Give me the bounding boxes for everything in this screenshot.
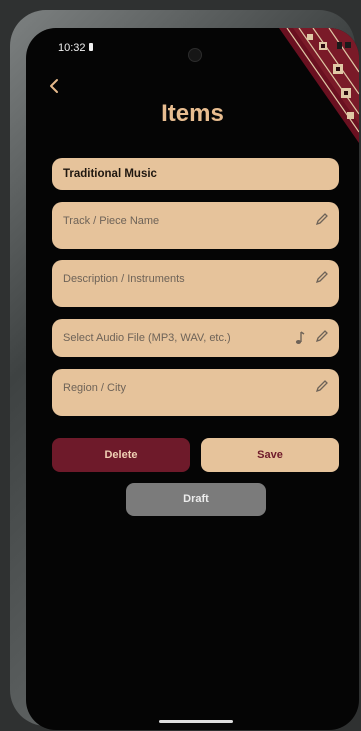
front-camera	[188, 48, 202, 62]
home-indicator[interactable]	[159, 720, 233, 723]
pencil-icon[interactable]	[315, 212, 329, 226]
phone-frame: 10:32 Items Traditional Music Track / Pi…	[10, 10, 359, 730]
audio-file-field[interactable]: Select Audio File (MP3, WAV, etc.)	[52, 319, 339, 357]
category-field[interactable]: Traditional Music	[52, 158, 339, 190]
save-button[interactable]: Save	[201, 438, 339, 472]
delete-button[interactable]: Delete	[52, 438, 190, 472]
battery-small-icon	[89, 43, 93, 51]
chevron-left-icon	[50, 79, 58, 93]
description-field[interactable]: Description / Instruments	[52, 260, 339, 307]
audio-file-label: Select Audio File (MP3, WAV, etc.)	[63, 332, 231, 344]
status-time: 10:32	[58, 42, 86, 54]
pencil-icon[interactable]	[315, 270, 329, 284]
track-name-label: Track / Piece Name	[63, 215, 160, 227]
track-name-field[interactable]: Track / Piece Name	[52, 202, 339, 249]
region-city-field[interactable]: Region / City	[52, 369, 339, 416]
pencil-icon[interactable]	[315, 329, 329, 343]
description-label: Description / Instruments	[63, 273, 185, 285]
back-button[interactable]	[46, 74, 66, 98]
category-label: Traditional Music	[63, 168, 157, 180]
pencil-icon[interactable]	[315, 379, 329, 393]
music-note-icon[interactable]	[293, 331, 305, 345]
region-city-label: Region / City	[63, 382, 126, 394]
screen: 10:32 Items Traditional Music Track / Pi…	[26, 28, 359, 730]
draft-button[interactable]: Draft	[126, 483, 266, 516]
page-title: Items	[161, 100, 224, 127]
